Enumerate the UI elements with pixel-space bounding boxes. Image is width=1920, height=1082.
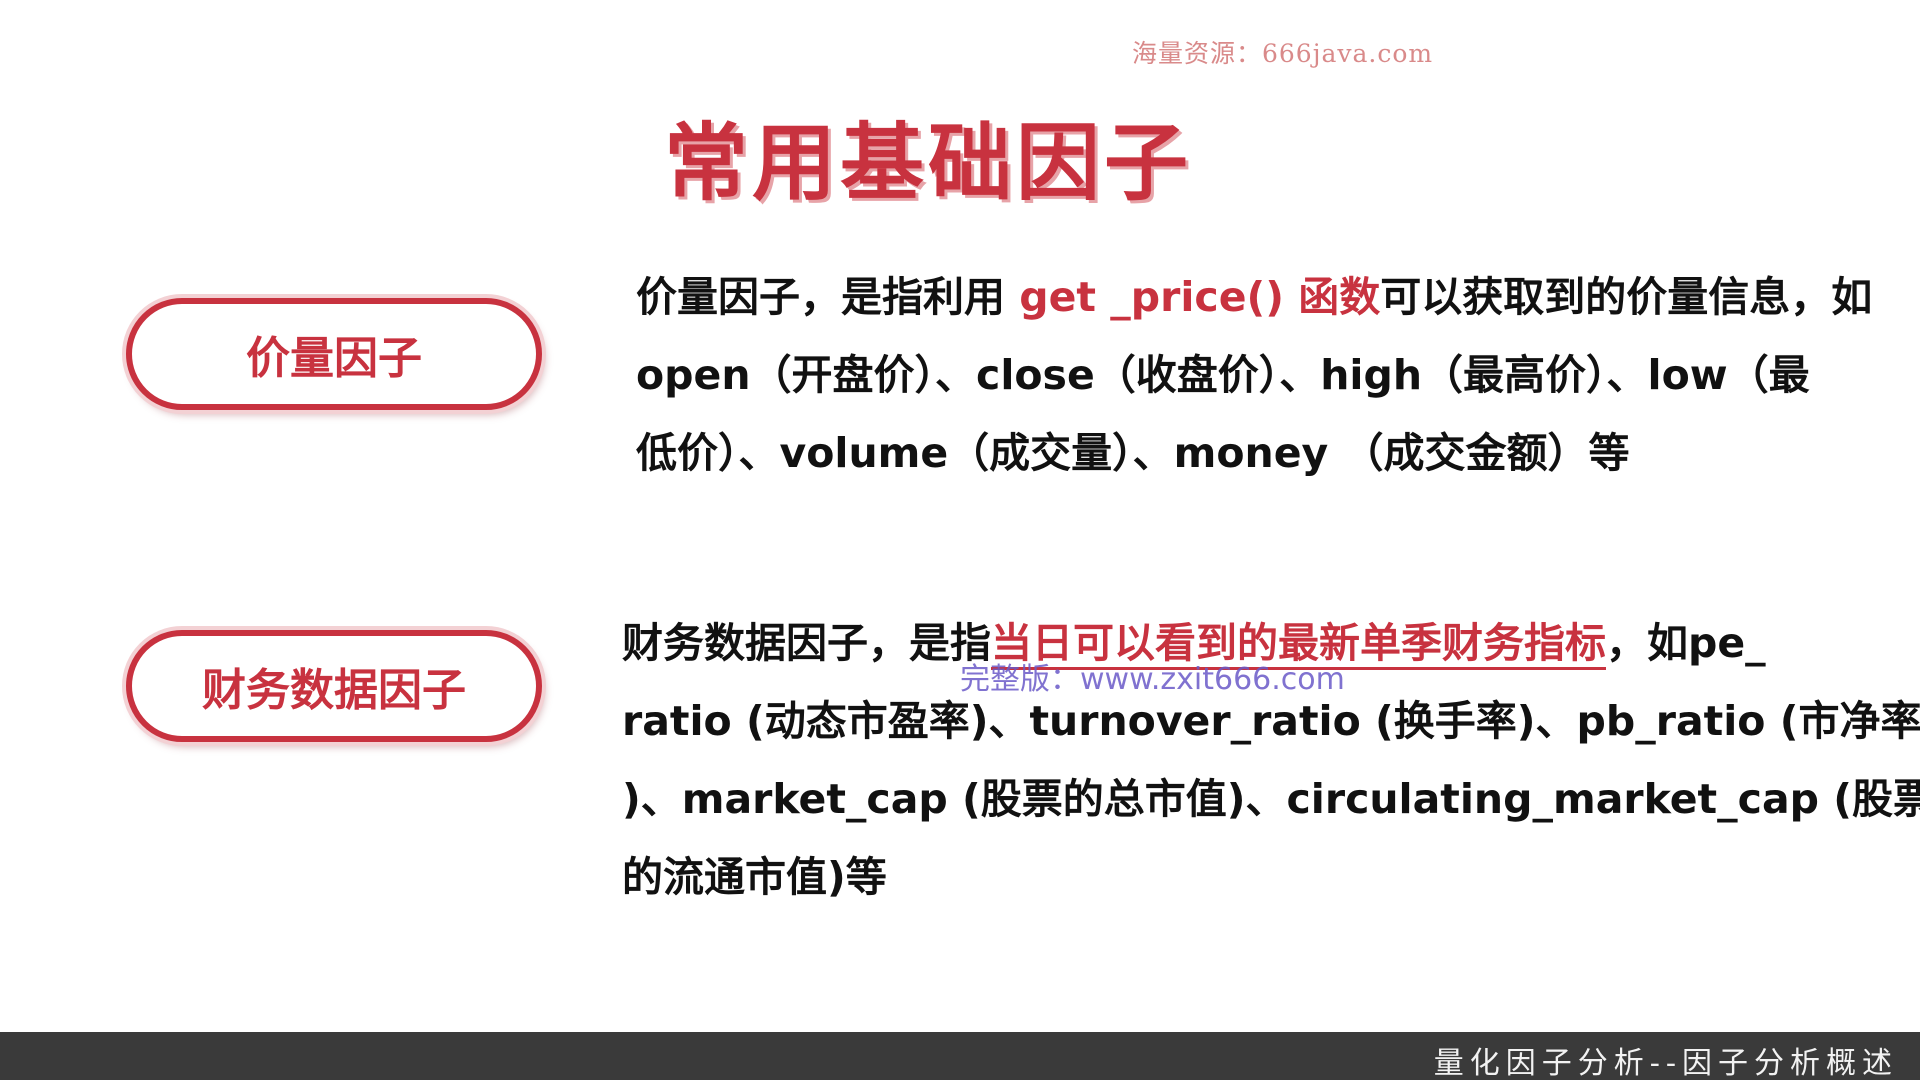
text-segment: ，如pe_ bbox=[1606, 619, 1766, 667]
text-segment: 财务数据因子，是指 bbox=[622, 619, 991, 667]
description-line: 低价）、volume（成交量）、money （成交金额）等 bbox=[636, 414, 1886, 492]
factor-label-financial: 财务数据因子 bbox=[126, 630, 542, 742]
description-line: 价量因子，是指利用 get _price() 函数可以获取到的价量信息，如 bbox=[636, 258, 1886, 336]
highlight-function-name: get _price() 函数 bbox=[1019, 273, 1381, 321]
description-line: open（开盘价）、close（收盘价）、high（最高价）、low（最 bbox=[636, 336, 1886, 414]
footer-title: 量化因子分析--因子分析概述 bbox=[1433, 1046, 1898, 1081]
text-segment: )、market_cap (股票的总市值)、circulating_market… bbox=[622, 775, 1920, 823]
watermark-mid: 完整版：www.zxit666.com bbox=[960, 662, 1345, 697]
text-segment: ratio (动态市盈率)、turnover_ratio (换手率)、pb_ra… bbox=[622, 697, 1920, 745]
text-segment: 价量因子，是指利用 bbox=[636, 273, 1020, 321]
footer-bar: 量化因子分析--因子分析概述 bbox=[0, 1032, 1920, 1081]
description-line: 的流通市值)等 bbox=[622, 838, 1886, 916]
text-segment: 低价）、volume（成交量）、money （成交金额）等 bbox=[636, 429, 1630, 477]
watermark-top: 海量资源：666java.com bbox=[1132, 39, 1434, 68]
factor-label-price-volume: 价量因子 bbox=[126, 298, 542, 410]
slide-title: 常用基础因子 bbox=[664, 114, 1193, 212]
text-segment: open（开盘价）、close（收盘价）、high（最高价）、low（最 bbox=[636, 351, 1810, 399]
text-segment: 可以获取到的价量信息，如 bbox=[1380, 273, 1873, 321]
text-segment: 的流通市值)等 bbox=[622, 853, 887, 901]
description-line: )、market_cap (股票的总市值)、circulating_market… bbox=[622, 760, 1920, 838]
factor-description-price-volume: 价量因子，是指利用 get _price() 函数可以获取到的价量信息，如 op… bbox=[636, 258, 1886, 492]
factor-description-financial: 财务数据因子，是指当日可以看到的最新单季财务指标，如pe_ ratio (动态市… bbox=[622, 604, 1920, 916]
